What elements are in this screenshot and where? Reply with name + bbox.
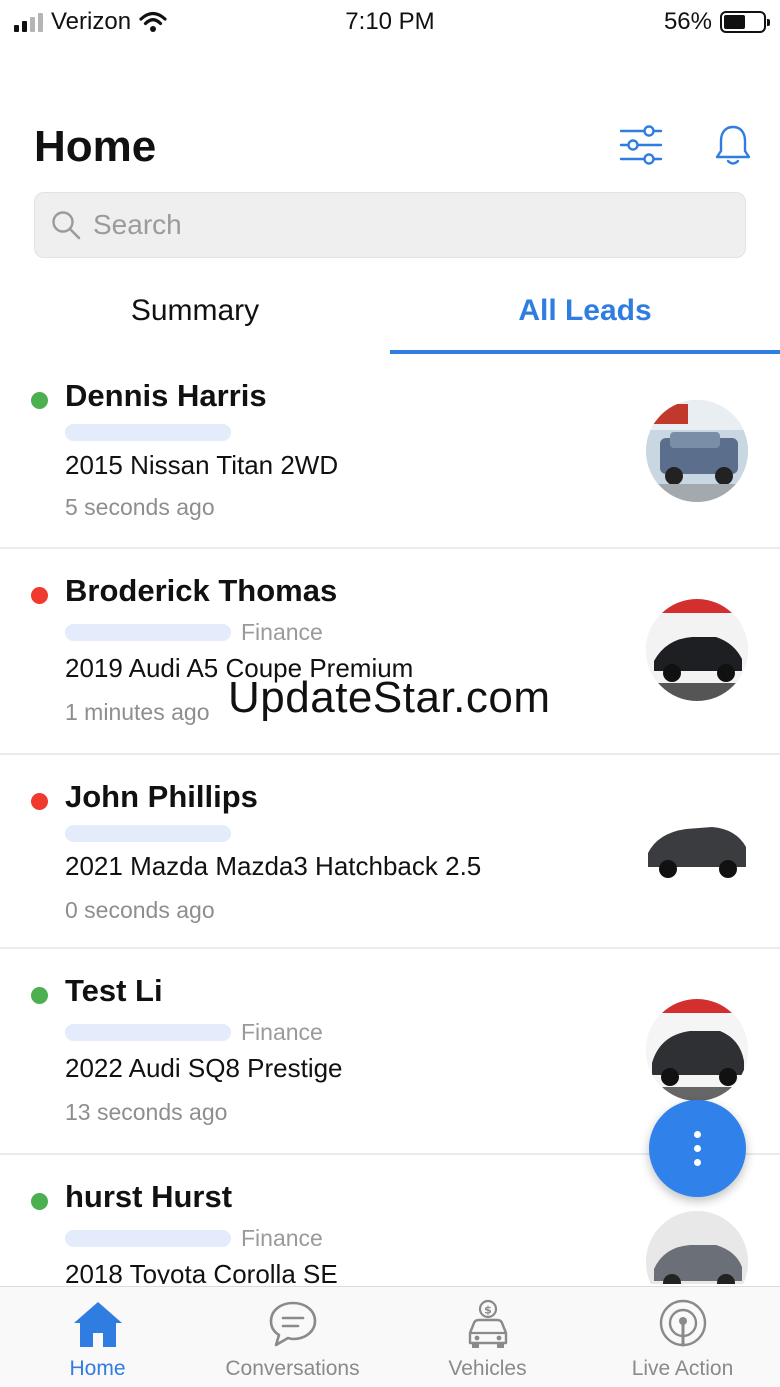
lead-name: John Phillips — [65, 779, 258, 814]
nav-label: Live Action — [631, 1357, 734, 1380]
nav-live-action[interactable]: Live Action — [585, 1287, 780, 1387]
vehicle-thumbnail — [646, 599, 748, 701]
vehicle-thumbnail — [646, 999, 748, 1101]
tab-bar: Summary All Leads — [0, 268, 780, 354]
tab-summary[interactable]: Summary — [0, 268, 390, 354]
sliders-icon — [619, 125, 663, 165]
tab-all-leads[interactable]: All Leads — [390, 268, 780, 354]
vehicle-thumbnail — [646, 801, 748, 903]
nav-label: Vehicles — [448, 1357, 527, 1380]
lead-name: hurst Hurst — [65, 1179, 233, 1214]
lead-vehicle: 2015 Nissan Titan 2WD — [65, 450, 339, 480]
tag-placeholder — [65, 624, 231, 641]
status-dot — [31, 987, 48, 1004]
lead-tag-row — [65, 825, 231, 842]
lead-vehicle: 2022 Audi SQ8 Prestige — [65, 1053, 343, 1083]
status-dot — [31, 392, 48, 409]
nav-conversations[interactable]: Conversations — [195, 1287, 390, 1387]
lead-time: 13 seconds ago — [65, 1099, 228, 1125]
tag-placeholder — [65, 1230, 231, 1247]
status-dot — [31, 793, 48, 810]
home-icon — [73, 1302, 122, 1347]
broadcast-icon — [659, 1299, 706, 1347]
nav-vehicles[interactable]: $ Vehicles — [390, 1287, 585, 1387]
lead-item[interactable]: John Phillips 2021 Mazda Mazda3 Hatchbac… — [0, 755, 780, 949]
more-actions-button[interactable] — [649, 1100, 746, 1197]
more-vertical-icon — [694, 1131, 701, 1138]
tag-placeholder — [65, 1024, 231, 1041]
lead-name: Test Li — [65, 973, 163, 1008]
lead-name: Broderick Thomas — [65, 573, 338, 608]
tag-placeholder — [65, 424, 231, 441]
status-dot — [31, 587, 48, 604]
search-input[interactable] — [93, 209, 693, 241]
lead-name: Dennis Harris — [65, 378, 267, 413]
lead-tag-row: Finance — [65, 1225, 323, 1252]
lead-time: 0 seconds ago — [65, 897, 215, 923]
vehicle-thumbnail — [646, 400, 748, 502]
nav-label: Home — [69, 1357, 126, 1380]
lead-tag-row — [65, 424, 231, 441]
lead-tag-row: Finance — [65, 1019, 323, 1046]
nav-label: Conversations — [225, 1357, 360, 1380]
bell-icon — [715, 125, 751, 165]
lead-tag: Finance — [241, 619, 323, 645]
lead-tag: Finance — [241, 1225, 323, 1251]
lead-time: 1 minutes ago — [65, 699, 210, 725]
status-bar: Verizon 7:10 PM 56% — [0, 0, 780, 44]
lead-vehicle: 2021 Mazda Mazda3 Hatchback 2.5 — [65, 851, 482, 881]
battery-percentage: 56% — [663, 8, 712, 35]
chat-bubble-icon — [269, 1301, 316, 1347]
lead-item[interactable]: Dennis Harris 2015 Nissan Titan 2WD 5 se… — [0, 354, 780, 549]
lead-tag: Finance — [241, 1019, 323, 1045]
svg-text:$: $ — [484, 1304, 492, 1317]
bottom-navigation: Home Conversations $ Vehicles Live Actio… — [0, 1286, 780, 1387]
vehicle-thumbnail — [646, 1211, 748, 1284]
lead-tag-row: Finance — [65, 619, 323, 646]
lead-vehicle: 2018 Toyota Corolla SE — [65, 1259, 338, 1284]
tag-placeholder — [65, 825, 231, 842]
filter-button[interactable] — [616, 120, 666, 170]
notifications-button[interactable] — [708, 120, 758, 170]
page-title: Home — [34, 122, 157, 171]
battery-icon — [720, 11, 770, 33]
lead-item[interactable]: Broderick Thomas Finance 2019 Audi A5 Co… — [0, 549, 780, 755]
nav-home[interactable]: Home — [0, 1287, 195, 1387]
car-dollar-icon: $ — [468, 1299, 507, 1348]
search-bar[interactable] — [34, 192, 746, 258]
lead-time: 5 seconds ago — [65, 494, 215, 520]
search-icon — [52, 211, 81, 240]
status-dot — [31, 1193, 48, 1210]
watermark: UpdateStar.com — [228, 673, 551, 722]
